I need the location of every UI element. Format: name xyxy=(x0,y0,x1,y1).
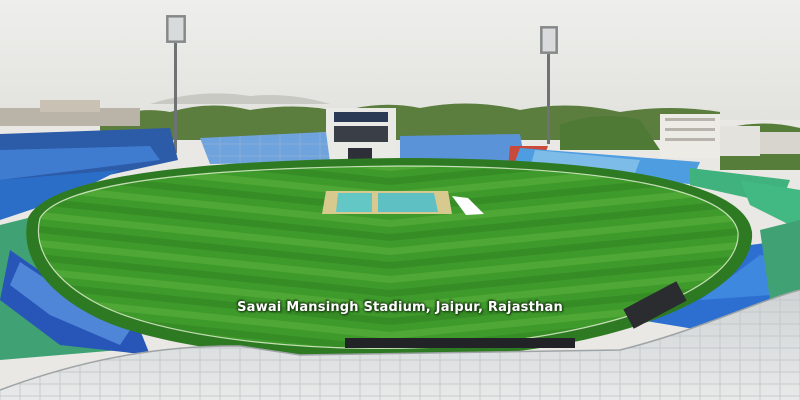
photo-caption: Sawai Mansingh Stadium, Jaipur, Rajastha… xyxy=(237,300,563,315)
advertising-boards xyxy=(345,338,575,348)
stadium-photo xyxy=(0,0,800,400)
pavilion-building xyxy=(326,108,396,163)
sky xyxy=(0,0,800,120)
